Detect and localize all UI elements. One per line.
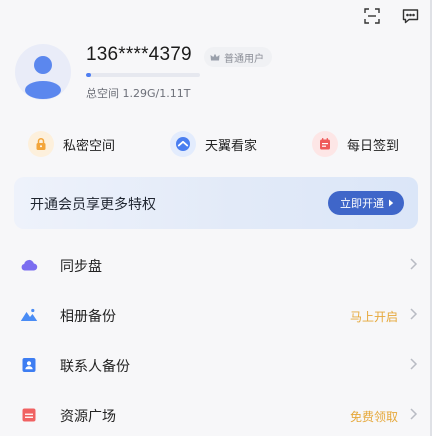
list-item-label: 同步盘 [60,259,102,275]
list-item-album-backup[interactable]: 相册备份 马上开启 [0,290,432,340]
list-item-label: 联系人备份 [60,359,130,375]
list-item-label: 资源广场 [60,409,116,425]
storage-progress-bar [86,73,200,77]
mountain-icon [20,306,38,324]
feature-list: 同步盘 相册备份 马上开启 联系人备份 资源广场 免费领取 [0,240,432,436]
quick-label: 每日签到 [347,138,400,154]
quick-private-space[interactable]: 私密空间 [28,131,115,157]
user-level-badge[interactable]: 普通用户 [204,47,272,67]
message-icon[interactable] [400,6,420,26]
list-item-contacts-backup[interactable]: 联系人备份 [0,340,432,390]
scan-icon[interactable] [362,6,382,26]
list-item-label: 相册备份 [60,309,116,325]
crown-icon [210,53,220,60]
quick-label: 天翼看家 [205,138,258,154]
gift-box-icon [20,406,38,424]
list-item-sync-disk[interactable]: 同步盘 [0,240,432,290]
list-item-extra: 免费领取 [349,410,398,424]
camera-icon [170,131,196,157]
contact-icon [20,356,38,374]
default-user-icon [25,56,61,99]
vip-open-label: 立即开通 [340,197,384,210]
profile-page: 136****4379 普通用户 总空间 1.29G/1.11T 私密空间 天翼… [0,0,432,436]
storage-progress-fill [86,73,91,77]
vip-open-button[interactable]: 立即开通 [328,191,404,215]
quick-entries: 私密空间 天翼看家 每日签到 [0,131,432,159]
quick-home-camera[interactable]: 天翼看家 [170,131,257,157]
list-item-resource-plaza[interactable]: 资源广场 免费领取 [0,390,432,436]
triangle-right-icon [389,199,394,207]
vip-banner[interactable]: 开通会员享更多特权 立即开通 [14,177,418,229]
calendar-icon [312,131,338,157]
quick-daily-checkin[interactable]: 每日签到 [312,131,399,157]
user-phone: 136****4379 [86,44,192,65]
chevron-right-icon [410,308,418,320]
storage-text: 总空间 1.29G/1.11T [86,87,191,100]
lock-icon [28,131,54,157]
chevron-right-icon [410,258,418,270]
cloud-icon [20,256,38,274]
chevron-right-icon [410,358,418,370]
vip-title: 开通会员享更多特权 [30,197,156,213]
top-toolbar [362,6,420,26]
badge-label: 普通用户 [224,53,264,65]
quick-label: 私密空间 [63,138,116,154]
avatar[interactable] [15,44,71,100]
chevron-right-icon [410,408,418,420]
list-item-extra: 马上开启 [349,310,398,324]
